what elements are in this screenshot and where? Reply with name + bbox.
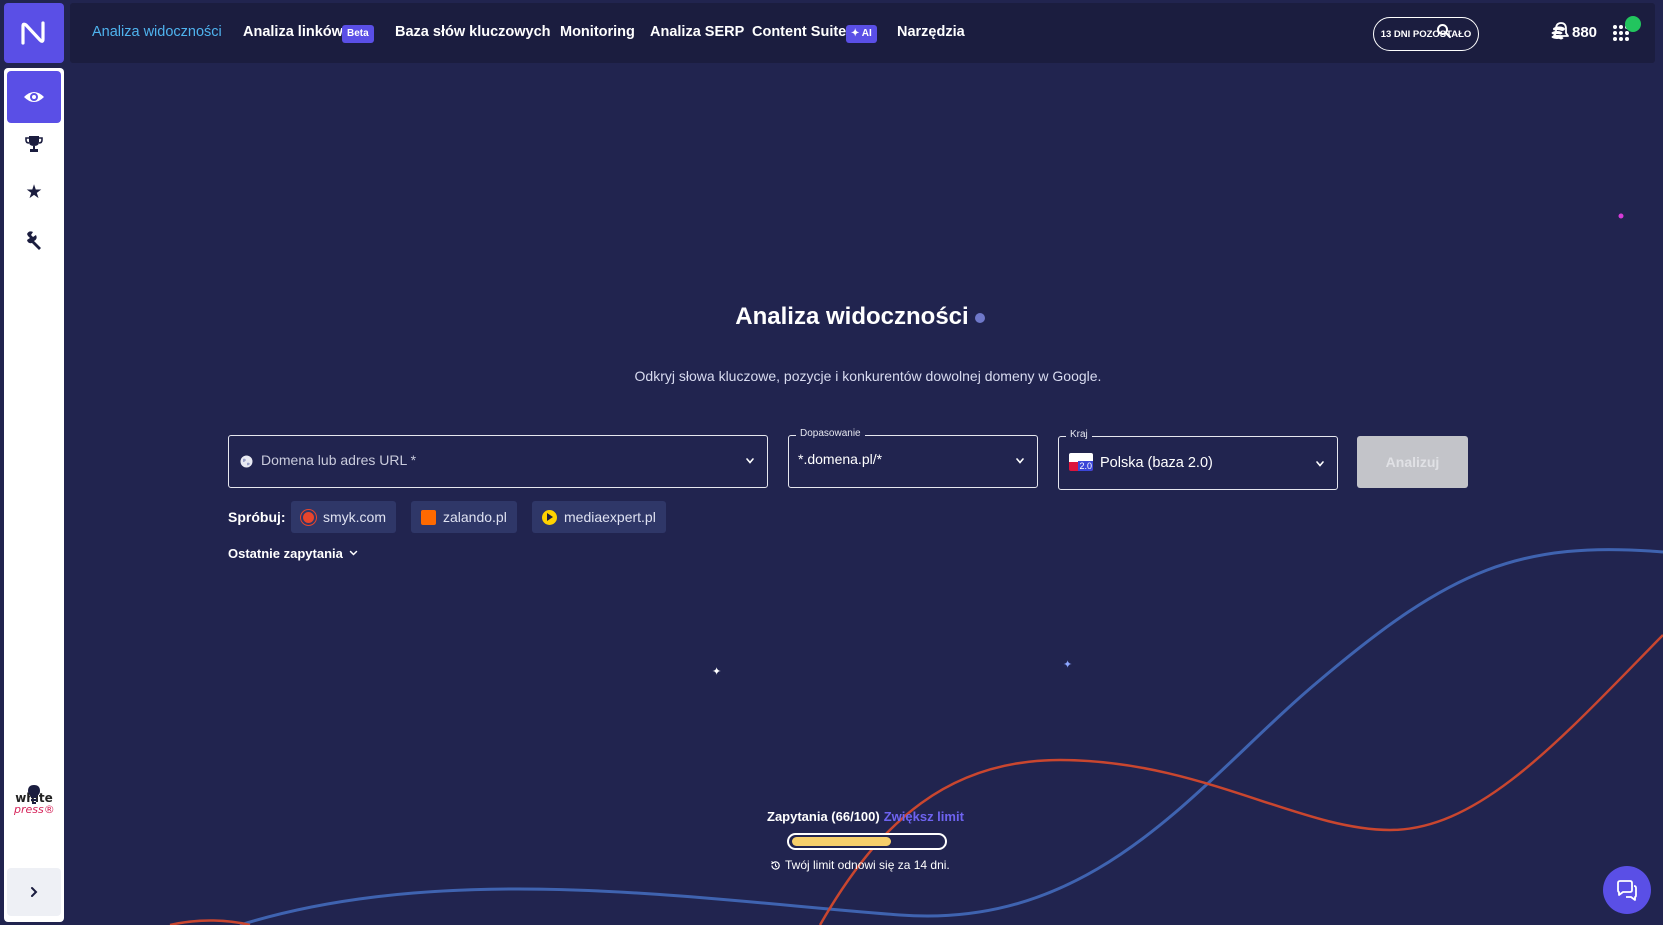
chevron-down-icon [746,458,754,464]
sidebar-item-favorites[interactable]: ★ [7,166,61,218]
page-title: Analiza widoczności [0,303,1663,331]
try-label: Spróbuj: [228,509,286,525]
chevron-right-icon [31,887,38,897]
quota-line: Zapytania (66/100) Zwiększ limit [767,809,964,824]
match-type-select[interactable]: Dopasowanie *.domena.pl/* [788,428,1038,488]
expand-sidebar-button[interactable] [7,868,61,916]
nav-serp-analysis[interactable]: Analiza SERP [650,24,744,40]
domain-input-placeholder: Domena lub adres URL * [261,452,417,468]
nav-tools[interactable]: Narzędzia [897,24,965,40]
suggestion-label: mediaexpert.pl [564,509,656,525]
tips-button[interactable] [7,768,61,820]
page-title-text: Analiza widoczności [735,303,969,330]
logo-icon [21,21,45,45]
sparkle-decoration: ✦ [1063,658,1073,671]
online-status-dot [1625,16,1641,32]
top-navigation: Analiza widoczności Analiza linków Beta … [70,3,1655,63]
increase-limit-link[interactable]: Zwiększ limit [884,809,964,824]
eye-icon [24,92,44,102]
nav-visibility-analysis[interactable]: Analiza widoczności [92,24,222,40]
match-type-value: *.domena.pl/* [798,451,883,467]
bell-icon [1553,22,1569,40]
nav-content-suite[interactable]: Content Suite [752,24,846,40]
limit-renewal-note: Twój limit odnowi się za 14 dni. [770,858,950,872]
chevron-down-icon [1316,461,1324,467]
star-icon: ★ [25,181,43,203]
recent-queries-toggle[interactable]: Ostatnie zapytania [228,546,358,561]
suggestion-mediaexpert[interactable]: mediaexpert.pl [532,501,666,533]
lightbulb-icon [28,785,40,804]
globe-icon [240,455,253,468]
ai-badge-label: AI [861,28,872,39]
chevron-down-icon [349,550,358,556]
chevron-down-icon [1016,458,1024,464]
history-icon [771,860,780,870]
suggestion-smyk[interactable]: smyk.com [291,501,396,533]
trial-days-remaining[interactable]: 13 DNI POZOSTAŁO [1373,17,1479,51]
page-subtitle: Odkryj słowa kluczowe, pozycje i konkure… [634,368,1102,384]
notifications-button[interactable] [1553,22,1569,40]
country-flag-badge: 2.0 [1078,461,1093,471]
info-icon[interactable] [974,312,985,323]
nav-keyword-database[interactable]: Baza słów kluczowych [395,24,551,40]
search-button[interactable] [1436,23,1452,39]
suggestion-zalando[interactable]: zalando.pl [411,501,517,533]
country-legend: Kraj [1066,429,1092,440]
beta-badge: Beta [342,25,374,43]
ai-badge: ✦ AI [846,25,877,43]
match-type-legend: Dopasowanie [796,428,865,439]
suggestion-label: zalando.pl [443,509,507,525]
nav-link-analysis[interactable]: Analiza linków [243,24,343,40]
sidebar-panel: ★ white press® [4,68,64,922]
sidebar: ★ white press® [4,3,64,922]
smyk-logo-icon [301,509,316,525]
sidebar-item-visibility[interactable] [7,71,61,123]
app-logo[interactable] [4,3,64,63]
chat-icon [1617,880,1637,901]
chat-button[interactable] [1603,866,1651,914]
wrench-icon [27,231,41,250]
sidebar-item-rankings[interactable] [7,118,61,170]
recent-queries-label: Ostatnie zapytania [228,546,343,561]
mediaexpert-logo-icon [542,509,557,525]
quota-progress-bar [787,833,947,850]
quota-progress-fill [792,837,891,846]
domain-input[interactable]: Domena lub adres URL * [228,435,768,488]
credits-value: 880 [1572,24,1598,41]
suggestion-label: smyk.com [323,509,386,525]
sparkle-decoration: ✦ [712,665,722,678]
trophy-icon [25,136,43,152]
poland-flag-icon: 2.0 [1069,453,1093,471]
country-select[interactable]: Kraj 2.0 Polska (baza 2.0) [1058,429,1338,490]
nav-monitoring[interactable]: Monitoring [560,24,635,40]
limit-renewal-text: Twój limit odnowi się za 14 dni. [785,858,950,872]
zalando-logo-icon [421,509,436,525]
quota-label: Zapytania (66/100) [767,809,880,824]
analyze-button[interactable]: Analizuj [1357,436,1468,488]
country-value: Polska (baza 2.0) [1100,455,1213,471]
search-icon [1437,24,1452,39]
sidebar-item-tools[interactable] [7,214,61,266]
